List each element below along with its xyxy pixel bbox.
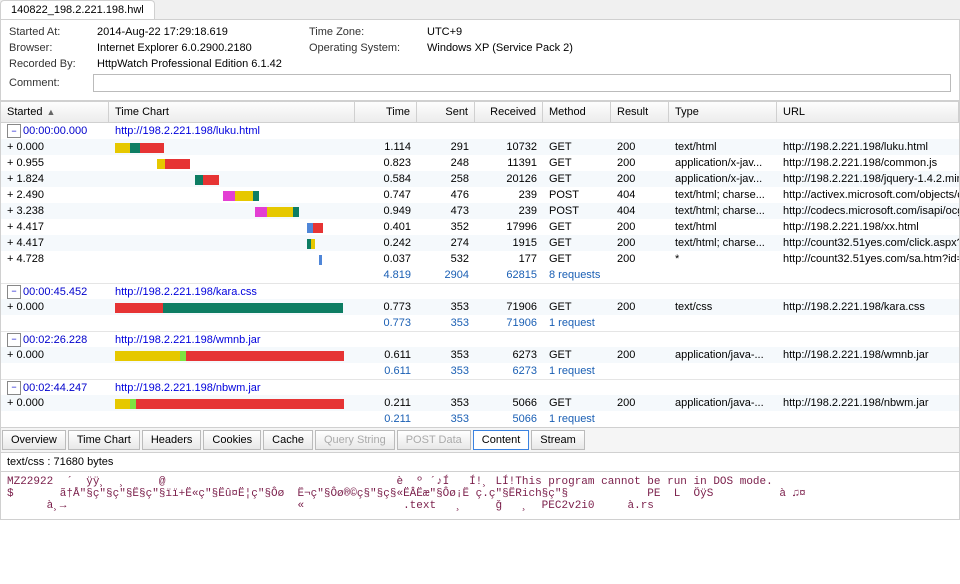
timing-chart bbox=[115, 349, 349, 361]
collapse-icon[interactable]: − bbox=[7, 333, 21, 347]
timezone-label: Time Zone: bbox=[309, 26, 419, 38]
group-row[interactable]: −00:02:26.228http://198.2.221.198/wmnb.j… bbox=[1, 331, 959, 347]
browser-label: Browser: bbox=[9, 42, 89, 54]
hex-dump: MZ22922 ´ ÿÿ¸ ¸ @ è º ´♪Í Í!¸ LÍ!This pr… bbox=[0, 472, 960, 520]
request-row[interactable]: + 4.7280.037532177GET200*http://count32.… bbox=[1, 251, 959, 267]
os-value: Windows XP (Service Pack 2) bbox=[419, 42, 573, 54]
col-time-chart[interactable]: Time Chart bbox=[109, 102, 355, 122]
started-at-label: Started At: bbox=[9, 26, 89, 38]
col-started[interactable]: Started▲ bbox=[1, 102, 109, 122]
grid-header: Started▲ Time Chart Time Sent Received M… bbox=[0, 101, 960, 123]
timing-chart bbox=[115, 141, 349, 153]
group-row[interactable]: −00:02:44.247http://198.2.221.198/nbwm.j… bbox=[1, 379, 959, 395]
comment-input[interactable] bbox=[93, 74, 951, 92]
request-row[interactable]: + 0.0001.11429110732GET200text/htmlhttp:… bbox=[1, 139, 959, 155]
group-url[interactable]: http://198.2.221.198/luku.html bbox=[109, 125, 355, 137]
tab-cookies[interactable]: Cookies bbox=[203, 430, 261, 450]
tab-content[interactable]: Content bbox=[473, 430, 530, 450]
summary-row: 4.8192904628158 requests bbox=[1, 267, 959, 283]
request-row[interactable]: + 4.4170.2422741915GET200text/html; char… bbox=[1, 235, 959, 251]
group-row[interactable]: −00:00:00.000http://198.2.221.198/luku.h… bbox=[1, 123, 959, 139]
timing-chart bbox=[115, 173, 349, 185]
tab-cache[interactable]: Cache bbox=[263, 430, 313, 450]
col-sent[interactable]: Sent bbox=[417, 102, 475, 122]
summary-row: 0.773353719061 request bbox=[1, 315, 959, 331]
file-tab[interactable]: 140822_198.2.221.198.hwl bbox=[0, 0, 155, 19]
request-row[interactable]: + 0.0000.2113535066GET200application/jav… bbox=[1, 395, 959, 411]
started-at-value: 2014-Aug-22 17:29:18.619 bbox=[89, 26, 228, 38]
summary-row: 0.61135362731 request bbox=[1, 363, 959, 379]
col-type[interactable]: Type bbox=[669, 102, 777, 122]
collapse-icon[interactable]: − bbox=[7, 381, 21, 395]
group-url[interactable]: http://198.2.221.198/kara.css bbox=[109, 286, 355, 298]
request-row[interactable]: + 0.0000.6113536273GET200application/jav… bbox=[1, 347, 959, 363]
sort-asc-icon: ▲ bbox=[46, 107, 55, 117]
request-row[interactable]: + 0.0000.77335371906GET200text/csshttp:/… bbox=[1, 299, 959, 315]
timezone-value: UTC+9 bbox=[419, 26, 462, 38]
group-row[interactable]: −00:00:45.452http://198.2.221.198/kara.c… bbox=[1, 283, 959, 299]
tab-query-string: Query String bbox=[315, 430, 395, 450]
timing-chart bbox=[115, 301, 349, 313]
recorded-by-label: Recorded By: bbox=[9, 58, 89, 70]
browser-value: Internet Explorer 6.0.2900.2180 bbox=[89, 42, 252, 54]
tab-headers[interactable]: Headers bbox=[142, 430, 202, 450]
request-row[interactable]: + 1.8240.58425820126GET200application/x-… bbox=[1, 171, 959, 187]
col-method[interactable]: Method bbox=[543, 102, 611, 122]
group-url[interactable]: http://198.2.221.198/nbwm.jar bbox=[109, 382, 355, 394]
col-url[interactable]: URL bbox=[777, 102, 959, 122]
summary-row: 0.21135350661 request bbox=[1, 411, 959, 427]
col-received[interactable]: Received bbox=[475, 102, 543, 122]
tab-post-data: POST Data bbox=[397, 430, 471, 450]
content-info: text/css : 71680 bytes bbox=[0, 453, 960, 472]
collapse-icon[interactable]: − bbox=[7, 285, 21, 299]
request-row[interactable]: + 2.4900.747476239POST404text/html; char… bbox=[1, 187, 959, 203]
metadata-panel: Started At:2014-Aug-22 17:29:18.619 Time… bbox=[0, 20, 960, 101]
request-row[interactable]: + 3.2380.949473239POST404text/html; char… bbox=[1, 203, 959, 219]
col-time[interactable]: Time bbox=[355, 102, 417, 122]
timing-chart bbox=[115, 189, 349, 201]
comment-label: Comment: bbox=[9, 77, 89, 89]
request-row[interactable]: + 0.9550.82324811391GET200application/x-… bbox=[1, 155, 959, 171]
request-row[interactable]: + 4.4170.40135217996GET200text/htmlhttp:… bbox=[1, 219, 959, 235]
col-result[interactable]: Result bbox=[611, 102, 669, 122]
collapse-icon[interactable]: − bbox=[7, 124, 21, 138]
recorded-by-value: HttpWatch Professional Edition 6.1.42 bbox=[89, 58, 282, 70]
timing-chart bbox=[115, 253, 349, 265]
timing-chart bbox=[115, 157, 349, 169]
timing-chart bbox=[115, 205, 349, 217]
tab-stream[interactable]: Stream bbox=[531, 430, 584, 450]
timing-chart bbox=[115, 397, 349, 409]
detail-tabs: OverviewTime ChartHeadersCookiesCacheQue… bbox=[0, 427, 960, 453]
group-url[interactable]: http://198.2.221.198/wmnb.jar bbox=[109, 334, 355, 346]
os-label: Operating System: bbox=[309, 42, 419, 54]
tab-overview[interactable]: Overview bbox=[2, 430, 66, 450]
timing-chart bbox=[115, 221, 349, 233]
timing-chart bbox=[115, 237, 349, 249]
tab-time-chart[interactable]: Time Chart bbox=[68, 430, 140, 450]
